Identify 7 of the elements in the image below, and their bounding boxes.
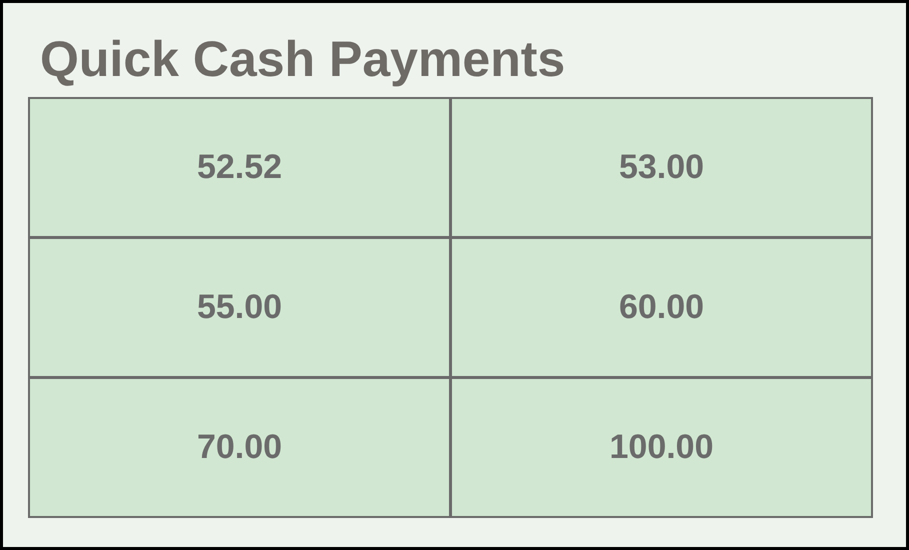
cash-amount-button[interactable]: 55.00 (30, 239, 449, 376)
panel-title: Quick Cash Payments (40, 30, 566, 89)
cash-amount-button[interactable]: 70.00 (30, 379, 449, 516)
cash-amount-button[interactable]: 52.52 (30, 99, 449, 236)
cash-amount-button[interactable]: 53.00 (452, 99, 871, 236)
cash-amount-button[interactable]: 100.00 (452, 379, 871, 516)
cash-amount-button[interactable]: 60.00 (452, 239, 871, 376)
